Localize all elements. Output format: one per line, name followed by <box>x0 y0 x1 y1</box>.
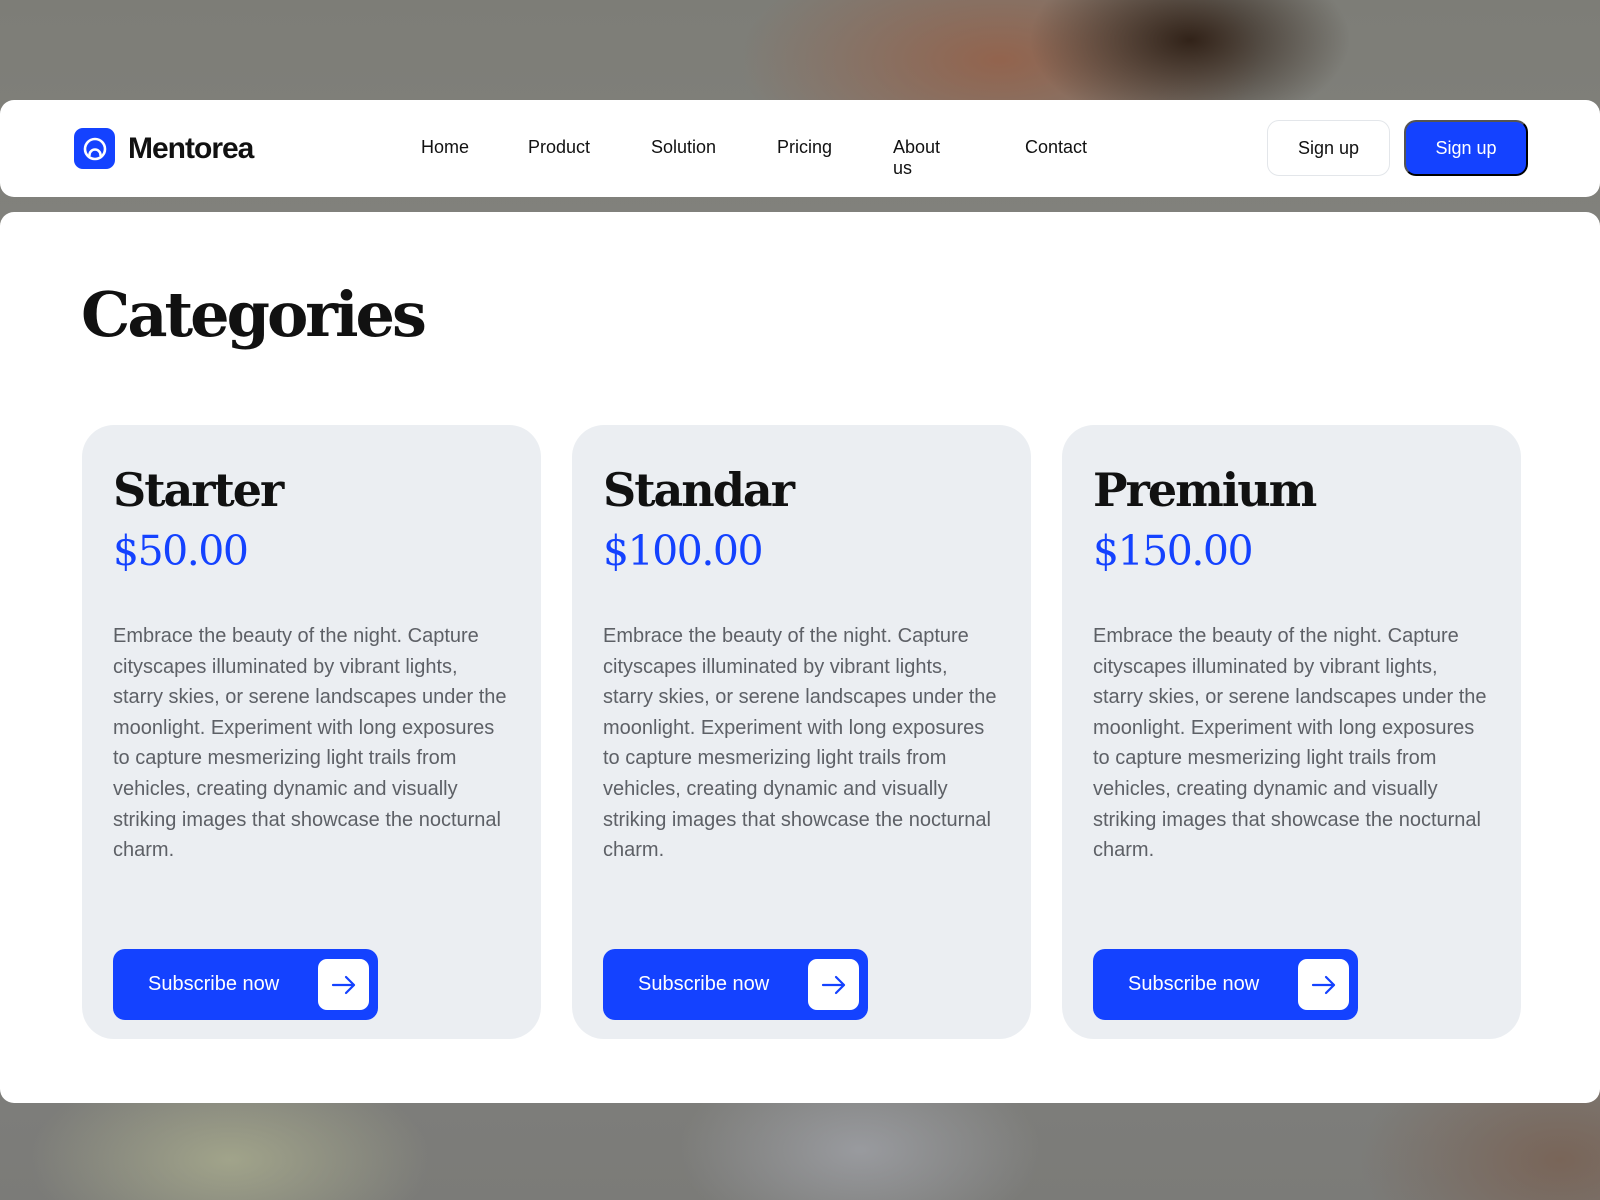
sign-up-primary-button[interactable]: Sign up <box>1404 120 1528 176</box>
brand-name: Mentorea <box>128 131 254 165</box>
mentorea-logo-icon <box>74 128 115 169</box>
brand-logo[interactable]: Mentorea <box>74 128 254 169</box>
card-title: Premium <box>1093 463 1317 517</box>
card-description: Embrace the beauty of the night. Capture… <box>1093 625 1487 862</box>
card-description: Embrace the beauty of the night. Capture… <box>603 625 997 862</box>
arrow-right-icon <box>808 959 859 1010</box>
top-navbar: Mentorea Home Product Solution Pricing A… <box>0 100 1600 197</box>
pricing-card-standar: Standar $100.00 Embrace the beauty of th… <box>572 425 1031 1039</box>
card-title: Starter <box>113 463 284 517</box>
arrow-right-icon <box>1298 959 1349 1010</box>
subscribe-button-label: Subscribe now <box>1128 973 1260 995</box>
nav-link-contact[interactable]: Contact <box>1025 137 1087 158</box>
arrow-right-icon <box>318 959 369 1010</box>
subscribe-button-label: Subscribe now <box>148 973 280 995</box>
card-price: $100.00 <box>603 527 764 575</box>
pricing-card-starter: Starter $50.00 Embrace the beauty of the… <box>82 425 541 1039</box>
nav-link-product[interactable]: Product <box>528 137 590 158</box>
nav-link-about-us[interactable]: About us <box>893 137 940 179</box>
card-title: Standar <box>603 463 795 517</box>
sign-up-outline-button[interactable]: Sign up <box>1267 120 1390 176</box>
page-title: Categories <box>81 278 427 351</box>
subscribe-button[interactable]: Subscribe now <box>113 949 378 1020</box>
pricing-card-premium: Premium $150.00 Embrace the beauty of th… <box>1062 425 1521 1039</box>
categories-section: Categories Starter $50.00 Embrace the be… <box>0 212 1600 1103</box>
nav-link-home[interactable]: Home <box>421 137 469 158</box>
nav-link-pricing[interactable]: Pricing <box>777 137 832 158</box>
card-price: $150.00 <box>1093 527 1254 575</box>
subscribe-button[interactable]: Subscribe now <box>603 949 868 1020</box>
card-price: $50.00 <box>113 527 249 575</box>
subscribe-button[interactable]: Subscribe now <box>1093 949 1358 1020</box>
card-description: Embrace the beauty of the night. Capture… <box>113 625 507 862</box>
nav-link-solution[interactable]: Solution <box>651 137 716 158</box>
subscribe-button-label: Subscribe now <box>638 973 770 995</box>
